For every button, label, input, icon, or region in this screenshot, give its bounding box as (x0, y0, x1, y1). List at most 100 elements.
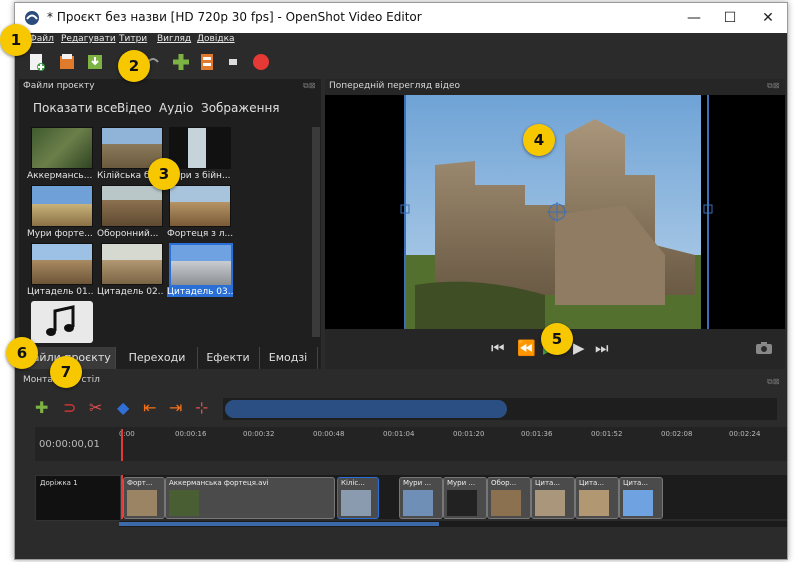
track-1: Доріжка 1 Форт... Аккерманська фортеця.a… (35, 475, 787, 521)
clip-title: Цита... (579, 479, 605, 487)
file-thumbnail[interactable] (31, 185, 93, 227)
timeline-horizontal-scrollbar[interactable] (119, 521, 787, 527)
maximize-button[interactable]: ☐ (713, 7, 747, 29)
filter-audio[interactable]: Аудіо (159, 101, 193, 115)
clip-title: Форт... (127, 479, 153, 487)
clip-thumbnail (169, 490, 199, 516)
save-project-icon[interactable] (85, 52, 105, 72)
timeline-clip[interactable]: Обор... (487, 477, 531, 519)
file-label: Аккермансь... (27, 171, 93, 181)
add-track-icon[interactable]: ✚ (35, 398, 48, 418)
timeline-clip[interactable]: Мури ... (443, 477, 487, 519)
tick-label: 00:00:16 (175, 430, 207, 438)
export-video-icon[interactable] (251, 52, 271, 72)
timeline-clip[interactable]: Аккерманська фортеця.avi (165, 477, 335, 519)
timeline-clip[interactable]: Мури ... (399, 477, 443, 519)
menu-titles[interactable]: Титри (119, 34, 147, 44)
tab-effects[interactable]: Ефекти (197, 347, 260, 369)
title-bar: * Проєкт без назви [HD 720p 30 fps] - Op… (15, 3, 787, 33)
annotation-badge-3: 3 (148, 158, 180, 190)
minimize-button[interactable]: — (677, 7, 711, 29)
zoom-slider[interactable] (225, 400, 507, 418)
file-thumbnail[interactable] (101, 243, 163, 285)
rewind-icon[interactable]: ⏪ (517, 339, 536, 357)
video-frame (325, 95, 785, 329)
jump-to-end-icon[interactable]: ⏭ (595, 339, 609, 357)
tick-label: 00:00:48 (313, 430, 345, 438)
playhead-line (121, 475, 123, 519)
file-thumbnail-audio[interactable] (31, 301, 93, 343)
filter-image[interactable]: Зображення (201, 101, 280, 115)
openshot-window: * Проєкт без назви [HD 720p 30 fps] - Op… (14, 2, 788, 560)
file-thumbnail-selected[interactable] (169, 243, 233, 287)
file-label-selected: Цитадель 03... (167, 287, 233, 297)
previous-marker-icon[interactable]: ⇤ (143, 398, 156, 418)
add-marker-icon[interactable]: ◆ (117, 398, 129, 418)
file-label: Мури форте... (27, 229, 93, 239)
file-thumbnail[interactable] (169, 127, 231, 169)
clip-title: Обор... (491, 479, 517, 487)
camera-icon[interactable] (755, 341, 773, 355)
timeline-clip[interactable]: Цита... (531, 477, 575, 519)
annotation-badge-7: 7 (50, 356, 82, 388)
timeline-ruler[interactable]: 00:00:00,01 0:00 00:00:16 00:00:32 00:00… (35, 427, 787, 461)
timeline-clip[interactable]: Цита... (575, 477, 619, 519)
tab-emoji[interactable]: Емодзі (259, 347, 318, 369)
file-thumbnail[interactable] (101, 185, 163, 227)
preview-title: Попередній перегляд відео (329, 81, 460, 91)
preview-panel-float-icon[interactable]: ⧉⊠ (767, 81, 779, 91)
panel-float-icon[interactable]: ⧉⊠ (303, 81, 315, 91)
center-playhead-icon[interactable]: ⊹ (195, 398, 208, 418)
file-thumbnail[interactable] (31, 243, 93, 285)
track-header[interactable]: Доріжка 1 (35, 475, 121, 521)
menu-help[interactable]: Довідка (197, 34, 235, 44)
scrollbar-thumb[interactable] (119, 522, 439, 526)
razor-icon[interactable]: ✂ (89, 398, 102, 418)
profile-icon[interactable] (197, 52, 217, 72)
snap-magnet-icon[interactable]: ⊃ (63, 398, 76, 418)
clip-title: Аккерманська фортеця.avi (169, 479, 269, 487)
annotation-badge-4: 4 (523, 124, 555, 156)
timeline-clip[interactable]: Форт... (123, 477, 165, 519)
file-thumbnail[interactable] (31, 127, 93, 169)
track-name: Доріжка 1 (40, 479, 78, 487)
clip-thumbnail (403, 490, 433, 516)
fast-forward-icon[interactable]: ▶ (573, 339, 585, 357)
tab-transitions[interactable]: Переходи (117, 347, 198, 369)
clip-thumbnail (623, 490, 653, 516)
annotation-badge-6: 6 (6, 337, 38, 369)
file-thumbnail[interactable] (169, 185, 231, 227)
new-project-icon[interactable] (27, 52, 47, 72)
open-project-icon[interactable] (57, 52, 77, 72)
tick-label: 00:00:32 (243, 430, 275, 438)
import-files-icon[interactable] (171, 52, 191, 72)
clip-title: Мури ... (403, 479, 432, 487)
filter-video[interactable]: Відео (117, 101, 152, 115)
menu-file[interactable]: Файл (29, 34, 54, 44)
timeline-overview[interactable] (223, 398, 777, 420)
openshot-logo-icon (25, 11, 39, 25)
timeline-clip-selected[interactable]: Кіліс... (337, 477, 379, 519)
tick-label: 00:01:36 (521, 430, 553, 438)
close-button[interactable]: ✕ (751, 7, 785, 29)
playhead[interactable] (121, 429, 123, 461)
timeline-toolbar: ✚ ⊃ ✂ ◆ ⇤ ⇥ ⊹ (15, 396, 787, 422)
annotation-badge-5: 5 (541, 323, 573, 355)
timeline-panel-float-icon[interactable]: ⧉⊠ (767, 377, 779, 387)
fortress-preview-image (400, 95, 713, 329)
clip-title: Цита... (623, 479, 649, 487)
menu-view[interactable]: Вигляд (157, 34, 191, 44)
annotation-badge-2: 2 (118, 50, 150, 82)
window-title: * Проєкт без назви [HD 720p 30 fps] - Op… (47, 10, 422, 24)
tick-label: 00:02:24 (729, 430, 761, 438)
menu-edit[interactable]: Редагувати (61, 34, 116, 44)
timecode-display: 00:00:00,01 (39, 439, 100, 450)
timeline-clip[interactable]: Цита... (619, 477, 663, 519)
files-scrollbar[interactable] (312, 127, 320, 337)
music-note-icon (46, 305, 75, 336)
fullscreen-icon[interactable] (223, 52, 243, 72)
next-marker-icon[interactable]: ⇥ (169, 398, 182, 418)
clip-thumbnail (491, 490, 521, 516)
jump-to-start-icon[interactable]: ⏮ (491, 339, 505, 357)
filter-show-all[interactable]: Показати все (33, 101, 117, 115)
